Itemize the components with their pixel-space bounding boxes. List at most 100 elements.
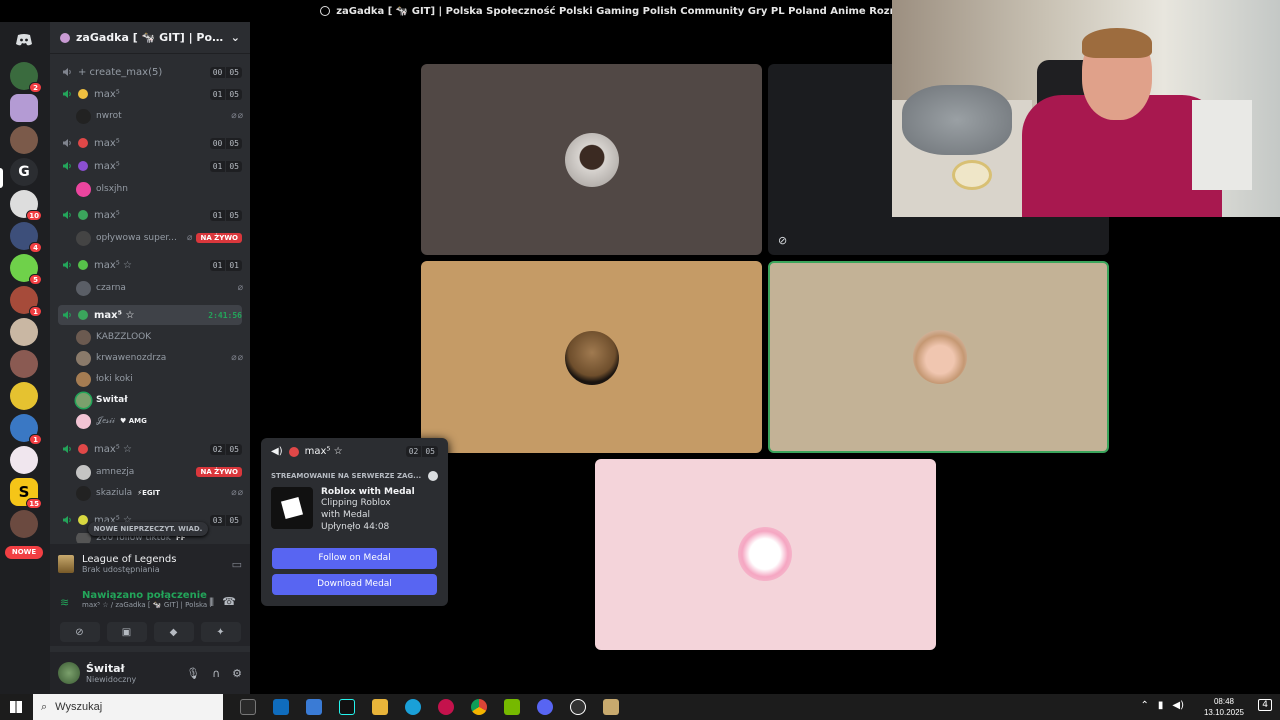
chrome-icon[interactable]: [471, 699, 487, 715]
nvidia-icon[interactable]: [504, 699, 520, 715]
voice-user[interactable]: czarna ⌀: [76, 279, 243, 297]
file-explorer-icon[interactable]: [372, 699, 388, 715]
tiktok-icon[interactable]: [339, 699, 355, 715]
voice-user[interactable]: opływowa super... ⌀ NA ŻYWO: [76, 229, 242, 247]
voice-channel-path[interactable]: max⁵ ☆ / zaGadka [ 🐄 GIT] | Polska ...: [82, 601, 212, 609]
soundboard-icon[interactable]: ⦀: [209, 596, 214, 610]
voice-channel[interactable]: max⁵ 00 05: [58, 133, 242, 153]
league-client-icon[interactable]: [603, 699, 619, 715]
server-icon-10[interactable]: [10, 350, 38, 378]
medal-icon[interactable]: [570, 699, 586, 715]
notifications-icon[interactable]: 4: [1258, 699, 1272, 711]
voice-user[interactable]: KABZZLOOK: [76, 328, 242, 346]
server-icon-5[interactable]: 10: [10, 190, 42, 221]
opera-icon[interactable]: [438, 699, 454, 715]
voice-channel[interactable]: max⁵ ☆ 02 05: [58, 439, 242, 459]
speaker-icon: [62, 515, 72, 525]
screen-share-icon[interactable]: ▭: [232, 558, 242, 571]
settings-gear-icon[interactable]: ⚙: [232, 667, 242, 680]
server-icon-3[interactable]: [10, 126, 38, 154]
taskbar-search[interactable]: ⌕ Wyszukaj: [33, 694, 223, 720]
voice-channel[interactable]: max⁵ ☆ 01 01: [58, 255, 242, 275]
download-medal-button[interactable]: Download Medal: [272, 574, 437, 595]
speaker-icon: [62, 161, 72, 171]
server-icon-8[interactable]: 1: [10, 286, 42, 317]
chevron-down-icon[interactable]: ⌄: [231, 31, 240, 44]
outlook-icon[interactable]: [273, 699, 289, 715]
chevron-up-icon[interactable]: ⌃: [1141, 700, 1149, 711]
microphone-tray-icon[interactable]: ▮: [1158, 700, 1164, 711]
store-icon[interactable]: [306, 699, 322, 715]
video-tile-speaking[interactable]: [768, 261, 1109, 453]
video-tile[interactable]: [595, 459, 936, 650]
server-icon-14[interactable]: S 15: [10, 478, 42, 509]
system-tray: ⌃ ▮ ◀): [1141, 700, 1185, 711]
activity-panel: League of Legends Brak udostępniania ▭: [50, 544, 250, 584]
discord-taskbar-icon[interactable]: [537, 699, 553, 715]
follow-on-medal-button[interactable]: Follow on Medal: [272, 548, 437, 569]
task-view-icon[interactable]: [240, 699, 256, 715]
taskbar-clock[interactable]: 08:48 13.10.2025: [1204, 696, 1244, 718]
server-icon-7[interactable]: 5: [10, 254, 42, 285]
server-icon-zagadka[interactable]: G: [10, 158, 38, 186]
server-icon-9[interactable]: [10, 318, 38, 346]
server-header[interactable]: zaGadka [ 🐄 GIT] | Polska Społ... ⌄: [50, 22, 250, 54]
server-icon-15[interactable]: [10, 510, 38, 538]
voice-user-self[interactable]: Świtał: [76, 391, 242, 409]
server-icon-12[interactable]: 1: [10, 414, 42, 445]
voice-channel-active[interactable]: max⁵ ☆ 2:41:56: [58, 305, 242, 325]
participant-avatar: [913, 330, 967, 384]
video-tile[interactable]: [421, 64, 762, 255]
windows-start-icon[interactable]: [10, 701, 22, 713]
live-badge: NA ŻYWO: [196, 467, 242, 477]
new-unread-messages-pill[interactable]: NOWE NIEPRZECZYT. WIAD.: [88, 522, 208, 536]
voice-controls: ⊘ ▣ ◆ ✦: [50, 618, 250, 646]
video-tile[interactable]: [421, 261, 762, 453]
voice-user[interactable]: skaziula ⚡EGIT ⌀ ⌀: [76, 484, 243, 502]
voice-user[interactable]: amnezja NA ŻYWO: [76, 463, 242, 481]
avatar[interactable]: [58, 662, 80, 684]
camera-off-icon[interactable]: ⊘: [59, 622, 100, 642]
avatar: [76, 329, 91, 345]
roblox-logo-icon: [271, 487, 313, 529]
avatar: [76, 181, 91, 197]
avatar: [76, 464, 91, 480]
disconnect-icon[interactable]: ☎: [222, 595, 236, 608]
server-icon-13[interactable]: [10, 446, 38, 474]
avatar: [76, 108, 91, 124]
speaker-icon: [62, 210, 72, 220]
voice-channel[interactable]: max⁵ 01 05: [58, 84, 242, 104]
new-servers-pill[interactable]: NOWE: [5, 546, 43, 559]
avatar: [76, 413, 91, 429]
server-icon-2[interactable]: [10, 94, 38, 122]
edge-icon[interactable]: [405, 699, 421, 715]
voice-channel[interactable]: max⁵ 01 05: [58, 205, 242, 225]
server-icon-11[interactable]: [10, 382, 38, 410]
live-badge: NA ŻYWO: [196, 233, 242, 243]
participant-avatar: [565, 331, 619, 385]
voice-channel[interactable]: max⁵ 01 05: [58, 156, 242, 176]
voice-user[interactable]: olsxjhn: [76, 180, 242, 198]
voice-user[interactable]: łoki koki: [76, 370, 242, 388]
server-icon-1[interactable]: 2: [10, 62, 42, 93]
window-title: zaGadka [ 🐄 GIT] | Polska Społeczność Po…: [336, 5, 960, 17]
speaker-icon: [62, 260, 72, 270]
volume-icon[interactable]: ◀): [1172, 700, 1184, 711]
microphone-icon[interactable]: 🎙︎: [186, 667, 200, 680]
voice-user[interactable]: krwawenozdrza ⌀ ⌀: [76, 349, 243, 367]
eggplant-emoji-icon: [78, 161, 88, 171]
broccoli-emoji-icon: [78, 310, 88, 320]
voice-user[interactable]: 𝒥𝑒𝓈𝒾𝒾 ♥ AMG: [76, 412, 242, 430]
selected-server-pill: [0, 168, 3, 188]
headphones-icon[interactable]: ∩: [212, 667, 220, 680]
voice-user[interactable]: nwrot ⌀ ⌀: [76, 107, 243, 125]
soundboard-button-icon[interactable]: ✦: [200, 622, 241, 642]
share-screen-icon[interactable]: ▣: [106, 622, 147, 642]
activities-icon[interactable]: ◆: [153, 622, 194, 642]
server-icon-6[interactable]: 4: [10, 222, 42, 253]
muted-mic-icon: ⊘: [778, 234, 788, 247]
league-of-legends-icon: [58, 555, 74, 573]
voice-channel[interactable]: + create_max(5) 00 05: [58, 62, 242, 82]
pen-emoji-icon: [78, 260, 88, 270]
discord-home-icon[interactable]: [10, 26, 38, 54]
